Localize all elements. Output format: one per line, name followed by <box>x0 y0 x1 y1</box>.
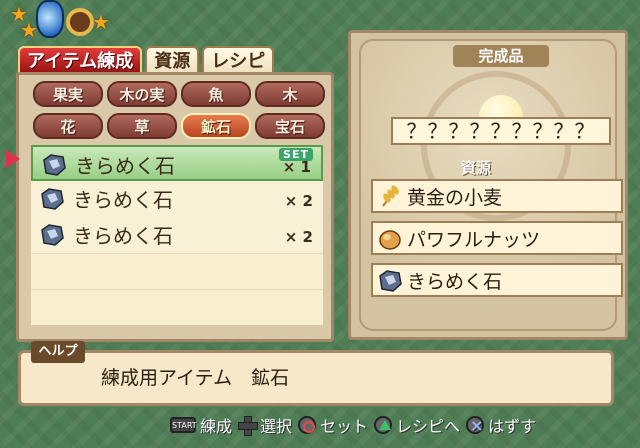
tab-recipes[interactable]: レシピ <box>202 46 275 74</box>
control-remove-label: はずす <box>488 417 537 436</box>
category-fish[interactable]: 魚 <box>181 81 251 107</box>
potion-icon <box>36 0 64 38</box>
control-remove[interactable]: はずす <box>466 413 536 437</box>
product-name: ？？？？？？？？？ <box>391 117 611 145</box>
control-synth-label: 練成 <box>200 417 233 436</box>
start-button-icon: START <box>170 417 197 433</box>
help-text: 練成用アイテム 鉱石 <box>101 367 290 389</box>
list-item-empty <box>31 289 323 325</box>
item-quantity: × 1 <box>282 158 311 176</box>
main-tabs: アイテム練成 資源 レシピ <box>18 44 277 74</box>
list-item[interactable]: きらめく石 SET × 1 <box>31 145 323 181</box>
resource-item[interactable]: 黄金の小麦 <box>371 179 623 213</box>
triangle-button-icon <box>374 416 393 434</box>
control-synth[interactable]: START 練成 <box>170 413 232 437</box>
help-panel: ヘルプ 練成用アイテム 鉱石 <box>18 341 614 406</box>
control-set-label: セット <box>320 417 369 436</box>
category-gem[interactable]: 宝石 <box>255 113 325 139</box>
control-select[interactable]: 選択 <box>238 413 292 437</box>
category-flower[interactable]: 花 <box>33 113 103 139</box>
product-panel: 完成品 ？？？？？？？？？ 資源 黄金の小麦 パワフルナッツ きらめく石 <box>348 30 628 340</box>
resource-item[interactable]: きらめく石 <box>371 263 623 297</box>
item-quantity: × 2 <box>284 228 313 246</box>
control-set[interactable]: セット <box>298 413 368 437</box>
resource-item[interactable]: パワフルナッツ <box>371 221 623 255</box>
ore-stone-icon <box>43 154 66 176</box>
item-list: きらめく石 SET × 1 きらめく石 × 2 きらめく石 × 2 <box>31 145 323 325</box>
category-nuts[interactable]: 木の実 <box>107 81 177 107</box>
tab-resources[interactable]: 資源 <box>145 46 200 74</box>
category-grid: 果実 木の実 魚 木 花 草 鉱石 宝石 <box>33 81 325 139</box>
dpad-icon <box>238 416 259 436</box>
resources-label: 資源 <box>461 159 492 177</box>
category-grass[interactable]: 草 <box>107 113 177 139</box>
ore-stone-icon <box>41 188 64 210</box>
ore-stone-icon <box>379 270 402 292</box>
list-item[interactable]: きらめく石 × 2 <box>31 217 323 253</box>
resource-name: パワフルナッツ <box>407 229 541 251</box>
item-name: きらめく石 <box>75 154 175 178</box>
control-recipe-label: レシピへ <box>396 417 461 436</box>
list-item-empty <box>31 253 323 289</box>
circle-button-icon <box>298 416 317 434</box>
resource-name: 黄金の小麦 <box>407 187 503 209</box>
nut-icon <box>379 230 401 250</box>
ore-stone-icon <box>41 224 64 246</box>
item-list-panel: 果実 木の実 魚 木 花 草 鉱石 宝石 きらめく石 SET × 1 きらめく石… <box>16 72 334 342</box>
cross-button-icon <box>466 416 485 435</box>
list-item[interactable]: きらめく石 × 2 <box>31 181 323 217</box>
star-icon: ★ <box>92 10 110 34</box>
item-name: きらめく石 <box>73 188 173 212</box>
selection-cursor-icon <box>6 150 20 168</box>
help-tag: ヘルプ <box>31 341 85 363</box>
ring-icon <box>66 8 94 36</box>
tab-item-synthesis[interactable]: アイテム練成 <box>18 46 143 74</box>
product-panel-inner: 完成品 ？？？？？？？？？ 資源 黄金の小麦 パワフルナッツ きらめく石 <box>359 39 623 331</box>
category-fruit[interactable]: 果実 <box>33 81 103 107</box>
product-title: 完成品 <box>453 45 549 67</box>
emblem-decoration: ★ ★ ★ <box>10 0 120 48</box>
item-name: きらめく石 <box>73 224 173 248</box>
resource-name: きらめく石 <box>407 271 503 293</box>
control-select-label: 選択 <box>260 417 293 436</box>
controls-bar: START 練成 選択 セット レシピへ はずす <box>170 412 536 438</box>
category-ore[interactable]: 鉱石 <box>181 113 251 139</box>
wheat-icon <box>382 185 399 207</box>
category-wood[interactable]: 木 <box>255 81 325 107</box>
item-quantity: × 2 <box>284 192 313 210</box>
control-recipe[interactable]: レシピへ <box>374 413 460 437</box>
